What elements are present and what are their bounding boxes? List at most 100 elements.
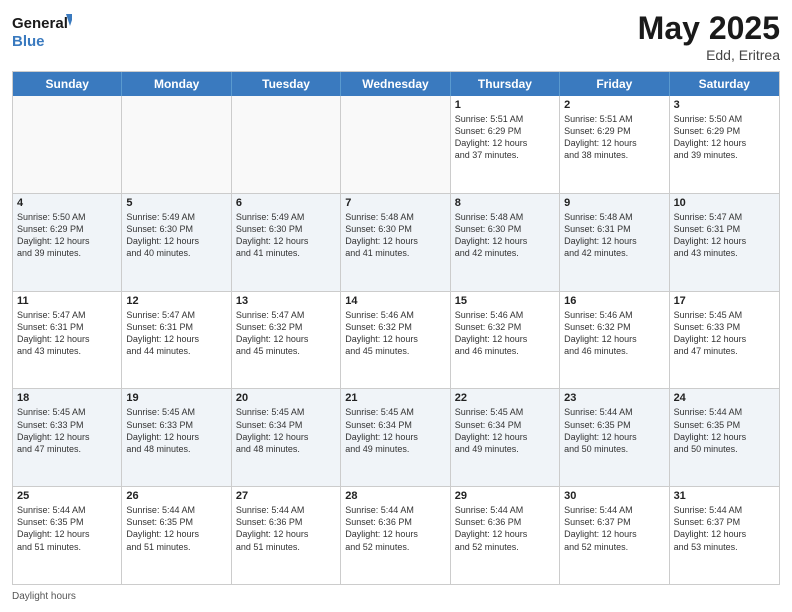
day-number: 3 [674, 99, 775, 111]
header-cell-tuesday: Tuesday [232, 72, 341, 96]
day-number: 23 [564, 392, 664, 404]
day-number: 29 [455, 490, 555, 502]
cell-info: Sunrise: 5:47 AM Sunset: 6:31 PM Dayligh… [17, 309, 117, 358]
cell-info: Sunrise: 5:48 AM Sunset: 6:30 PM Dayligh… [455, 211, 555, 260]
calendar-cell: 11 Sunrise: 5:47 AM Sunset: 6:31 PM Dayli… [13, 292, 122, 389]
calendar-cell: 2 Sunrise: 5:51 AM Sunset: 6:29 PM Daylig… [560, 96, 669, 193]
cell-info: Sunrise: 5:44 AM Sunset: 6:37 PM Dayligh… [674, 504, 775, 553]
day-number: 27 [236, 490, 336, 502]
calendar-header-row: SundayMondayTuesdayWednesdayThursdayFrid… [13, 72, 779, 96]
calendar-cell [232, 96, 341, 193]
day-number: 5 [126, 197, 226, 209]
cell-info: Sunrise: 5:51 AM Sunset: 6:29 PM Dayligh… [564, 113, 664, 162]
cell-info: Sunrise: 5:46 AM Sunset: 6:32 PM Dayligh… [345, 309, 445, 358]
calendar-cell [122, 96, 231, 193]
day-number: 9 [564, 197, 664, 209]
cell-info: Sunrise: 5:44 AM Sunset: 6:36 PM Dayligh… [236, 504, 336, 553]
calendar-cell: 22 Sunrise: 5:45 AM Sunset: 6:34 PM Dayli… [451, 389, 560, 486]
calendar-cell [341, 96, 450, 193]
header-cell-saturday: Saturday [670, 72, 779, 96]
cell-info: Sunrise: 5:47 AM Sunset: 6:32 PM Dayligh… [236, 309, 336, 358]
calendar-cell: 26Sunrise: 5:44 AM Sunset: 6:35 PM Dayli… [122, 487, 231, 584]
calendar-cell: 8 Sunrise: 5:48 AM Sunset: 6:30 PM Daylig… [451, 194, 560, 291]
cell-info: Sunrise: 5:46 AM Sunset: 6:32 PM Dayligh… [455, 309, 555, 358]
cell-info: Sunrise: 5:44 AM Sunset: 6:35 PM Dayligh… [564, 406, 664, 455]
day-number: 16 [564, 295, 664, 307]
day-number: 26 [126, 490, 226, 502]
calendar-row-2: 11 Sunrise: 5:47 AM Sunset: 6:31 PM Dayli… [13, 292, 779, 390]
svg-text:General: General [12, 15, 68, 32]
day-number: 18 [17, 392, 117, 404]
day-number: 1 [455, 99, 555, 111]
day-number: 8 [455, 197, 555, 209]
cell-info: Sunrise: 5:51 AM Sunset: 6:29 PM Dayligh… [455, 113, 555, 162]
day-number: 20 [236, 392, 336, 404]
footer: Daylight hours [12, 591, 780, 602]
calendar-cell: 30Sunrise: 5:44 AM Sunset: 6:37 PM Dayli… [560, 487, 669, 584]
calendar-cell: 17 Sunrise: 5:45 AM Sunset: 6:33 PM Dayli… [670, 292, 779, 389]
calendar-cell: 10 Sunrise: 5:47 AM Sunset: 6:31 PM Dayli… [670, 194, 779, 291]
logo-svg: General Blue [12, 10, 72, 52]
calendar-cell [13, 96, 122, 193]
header-cell-monday: Monday [122, 72, 231, 96]
day-number: 17 [674, 295, 775, 307]
day-number: 21 [345, 392, 445, 404]
calendar-cell: 20Sunrise: 5:45 AM Sunset: 6:34 PM Dayli… [232, 389, 341, 486]
calendar-cell: 13 Sunrise: 5:47 AM Sunset: 6:32 PM Dayli… [232, 292, 341, 389]
cell-info: Sunrise: 5:44 AM Sunset: 6:36 PM Dayligh… [455, 504, 555, 553]
day-number: 13 [236, 295, 336, 307]
calendar-cell: 9Sunrise: 5:48 AM Sunset: 6:31 PM Daylig… [560, 194, 669, 291]
cell-info: Sunrise: 5:48 AM Sunset: 6:30 PM Dayligh… [345, 211, 445, 260]
day-number: 24 [674, 392, 775, 404]
calendar-row-4: 25 Sunrise: 5:44 AM Sunset: 6:35 PM Dayli… [13, 487, 779, 584]
cell-info: Sunrise: 5:45 AM Sunset: 6:33 PM Dayligh… [126, 406, 226, 455]
day-number: 22 [455, 392, 555, 404]
cell-info: Sunrise: 5:44 AM Sunset: 6:35 PM Dayligh… [674, 406, 775, 455]
calendar-cell: 29 Sunrise: 5:44 AM Sunset: 6:36 PM Dayli… [451, 487, 560, 584]
title-block: May 2025 Edd, Eritrea [638, 10, 780, 63]
calendar-cell: 4Sunrise: 5:50 AM Sunset: 6:29 PM Daylig… [13, 194, 122, 291]
day-number: 10 [674, 197, 775, 209]
calendar-cell: 25 Sunrise: 5:44 AM Sunset: 6:35 PM Dayli… [13, 487, 122, 584]
calendar-row-1: 4Sunrise: 5:50 AM Sunset: 6:29 PM Daylig… [13, 194, 779, 292]
cell-info: Sunrise: 5:44 AM Sunset: 6:36 PM Dayligh… [345, 504, 445, 553]
cell-info: Sunrise: 5:46 AM Sunset: 6:32 PM Dayligh… [564, 309, 664, 358]
calendar-cell: 21 Sunrise: 5:45 AM Sunset: 6:34 PM Dayli… [341, 389, 450, 486]
cell-info: Sunrise: 5:47 AM Sunset: 6:31 PM Dayligh… [126, 309, 226, 358]
cell-info: Sunrise: 5:45 AM Sunset: 6:34 PM Dayligh… [455, 406, 555, 455]
day-number: 15 [455, 295, 555, 307]
cell-info: Sunrise: 5:45 AM Sunset: 6:34 PM Dayligh… [345, 406, 445, 455]
day-number: 19 [126, 392, 226, 404]
day-number: 28 [345, 490, 445, 502]
header-cell-friday: Friday [560, 72, 669, 96]
page: General Blue May 2025 Edd, Eritrea Sunda… [0, 0, 792, 612]
day-number: 14 [345, 295, 445, 307]
header-cell-wednesday: Wednesday [341, 72, 450, 96]
calendar-cell: 16 Sunrise: 5:46 AM Sunset: 6:32 PM Dayli… [560, 292, 669, 389]
calendar-cell: 3Sunrise: 5:50 AM Sunset: 6:29 PM Daylig… [670, 96, 779, 193]
calendar-cell: 14 Sunrise: 5:46 AM Sunset: 6:32 PM Dayli… [341, 292, 450, 389]
calendar-cell: 5Sunrise: 5:49 AM Sunset: 6:30 PM Daylig… [122, 194, 231, 291]
day-number: 7 [345, 197, 445, 209]
logo: General Blue [12, 10, 72, 52]
cell-info: Sunrise: 5:50 AM Sunset: 6:29 PM Dayligh… [17, 211, 117, 260]
calendar: SundayMondayTuesdayWednesdayThursdayFrid… [12, 71, 780, 585]
calendar-cell: 24 Sunrise: 5:44 AM Sunset: 6:35 PM Dayli… [670, 389, 779, 486]
calendar-cell: 28 Sunrise: 5:44 AM Sunset: 6:36 PM Dayli… [341, 487, 450, 584]
cell-info: Sunrise: 5:47 AM Sunset: 6:31 PM Dayligh… [674, 211, 775, 260]
cell-info: Sunrise: 5:44 AM Sunset: 6:35 PM Dayligh… [17, 504, 117, 553]
day-number: 25 [17, 490, 117, 502]
cell-info: Sunrise: 5:45 AM Sunset: 6:33 PM Dayligh… [17, 406, 117, 455]
calendar-cell: 19 Sunrise: 5:45 AM Sunset: 6:33 PM Dayli… [122, 389, 231, 486]
calendar-cell: 6Sunrise: 5:49 AM Sunset: 6:30 PM Daylig… [232, 194, 341, 291]
calendar-cell: 1 Sunrise: 5:51 AM Sunset: 6:29 PM Daylig… [451, 96, 560, 193]
day-number: 12 [126, 295, 226, 307]
day-number: 2 [564, 99, 664, 111]
calendar-cell: 7 Sunrise: 5:48 AM Sunset: 6:30 PM Daylig… [341, 194, 450, 291]
cell-info: Sunrise: 5:49 AM Sunset: 6:30 PM Dayligh… [236, 211, 336, 260]
calendar-row-3: 18 Sunrise: 5:45 AM Sunset: 6:33 PM Dayli… [13, 389, 779, 487]
calendar-cell: 12 Sunrise: 5:47 AM Sunset: 6:31 PM Dayli… [122, 292, 231, 389]
cell-info: Sunrise: 5:45 AM Sunset: 6:33 PM Dayligh… [674, 309, 775, 358]
day-number: 11 [17, 295, 117, 307]
calendar-row-0: 1 Sunrise: 5:51 AM Sunset: 6:29 PM Daylig… [13, 96, 779, 194]
